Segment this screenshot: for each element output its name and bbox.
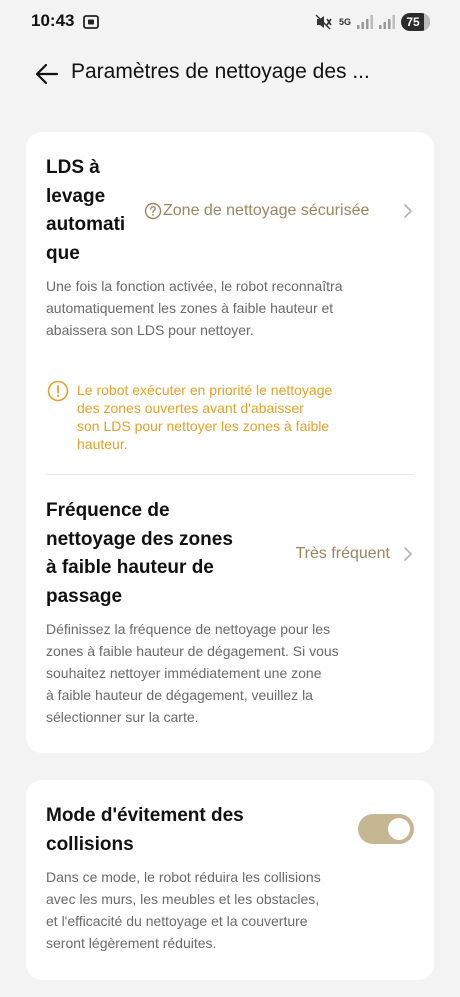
page-title: Paramètres de nettoyage des ... xyxy=(71,60,370,83)
battery-level: 75 xyxy=(406,15,420,29)
setting-title-line: Fréquence de xyxy=(46,500,170,521)
settings-card-low-height: LDS à levage automati que Zone de nettoy… xyxy=(26,132,434,753)
warning-line: hauteur. xyxy=(77,436,128,452)
setting-title-line: nettoyage des zones xyxy=(46,528,233,550)
warning-line: Le robot exécuter en priorité le nettoya… xyxy=(77,382,333,398)
setting-description-collision: Dans ce mode, le robot réduira les colli… xyxy=(46,866,416,954)
description-line: Une fois la fonction activée, le robot r… xyxy=(46,278,343,294)
status-time: 10:43 xyxy=(31,11,75,30)
battery-indicator: 75 xyxy=(401,13,430,31)
setting-row-frequency[interactable]: Fréquence de nettoyage des zones à faibl… xyxy=(26,484,434,614)
setting-title-frequency: Fréquence de nettoyage des zones à faibl… xyxy=(46,497,286,611)
chevron-right-icon xyxy=(404,204,412,218)
description-line: avec les murs, les meubles et les obstac… xyxy=(46,891,320,907)
question-circle-icon[interactable] xyxy=(144,202,162,220)
setting-title-line: automati xyxy=(46,214,126,235)
warning-message-lds: Le robot exécuter en priorité le nettoya… xyxy=(77,381,407,453)
description-line: à faible hauteur de dégagement, veuillez… xyxy=(46,687,313,703)
collision-avoidance-toggle[interactable] xyxy=(358,814,414,844)
mute-icon xyxy=(315,14,332,30)
toggle-knob xyxy=(388,818,410,840)
warning-line: son LDS pour nettoyer les zones à faible xyxy=(77,418,330,434)
warning-line: des zones ouvertes avant d'abaisser xyxy=(77,400,304,416)
status-icons: 5G 75 xyxy=(315,12,430,32)
description-line: Dans ce mode, le robot réduira les colli… xyxy=(46,869,321,885)
description-line: abaissera son LDS pour nettoyer. xyxy=(46,322,254,338)
setting-title-line: à faible hauteur de xyxy=(46,557,214,578)
network-type: 5G xyxy=(338,16,351,27)
setting-title-line: levage xyxy=(46,185,106,207)
setting-row-lds[interactable]: LDS à levage automati que Zone de nettoy… xyxy=(26,132,434,282)
signal-icon xyxy=(379,15,395,29)
description-line: automatiquement les zones à faible haute… xyxy=(46,300,334,316)
exclamation-circle-icon xyxy=(47,380,69,402)
chevron-right-icon xyxy=(404,547,412,561)
settings-card-collision: Mode d'évitement des collisions Dans ce … xyxy=(26,780,434,980)
setting-title-lds: LDS à levage automati que xyxy=(46,154,146,268)
description-line: et l'efficacité du nettoyage et la couve… xyxy=(46,913,308,929)
setting-title-line: Mode d'évitement des xyxy=(46,805,244,826)
setting-title-line: que xyxy=(46,242,80,264)
description-line: souhaitez nettoyer immédiatement une zon… xyxy=(46,665,322,681)
description-line: Définissez la fréquence de nettoyage pou… xyxy=(46,621,331,637)
status-bar: 10:43 5G 75 xyxy=(0,0,460,44)
setting-title-line: collisions xyxy=(46,833,134,855)
setting-value-lds: Zone de nettoyage sécurisée xyxy=(163,202,370,219)
signal-icon xyxy=(357,15,373,29)
setting-description-lds: Une fois la fonction activée, le robot r… xyxy=(46,275,416,341)
setting-description-frequency: Définissez la fréquence de nettoyage pou… xyxy=(46,618,416,728)
divider xyxy=(46,474,414,475)
description-line: sélectionner sur la carte. xyxy=(46,709,199,725)
setting-title-collision: Mode d'évitement des collisions xyxy=(46,802,306,859)
setting-value-frequency: Très fréquent xyxy=(295,545,390,562)
arrow-left-icon[interactable] xyxy=(33,60,61,88)
screen-record-icon xyxy=(83,15,99,29)
setting-title-line: passage xyxy=(46,585,123,607)
page-header: Paramètres de nettoyage des ... xyxy=(0,52,460,96)
description-line: seront légèrement réduites. xyxy=(46,935,217,951)
setting-title-line: LDS à xyxy=(46,157,100,178)
description-line: zones à faible hauteur de dégagement. Si… xyxy=(46,643,339,659)
